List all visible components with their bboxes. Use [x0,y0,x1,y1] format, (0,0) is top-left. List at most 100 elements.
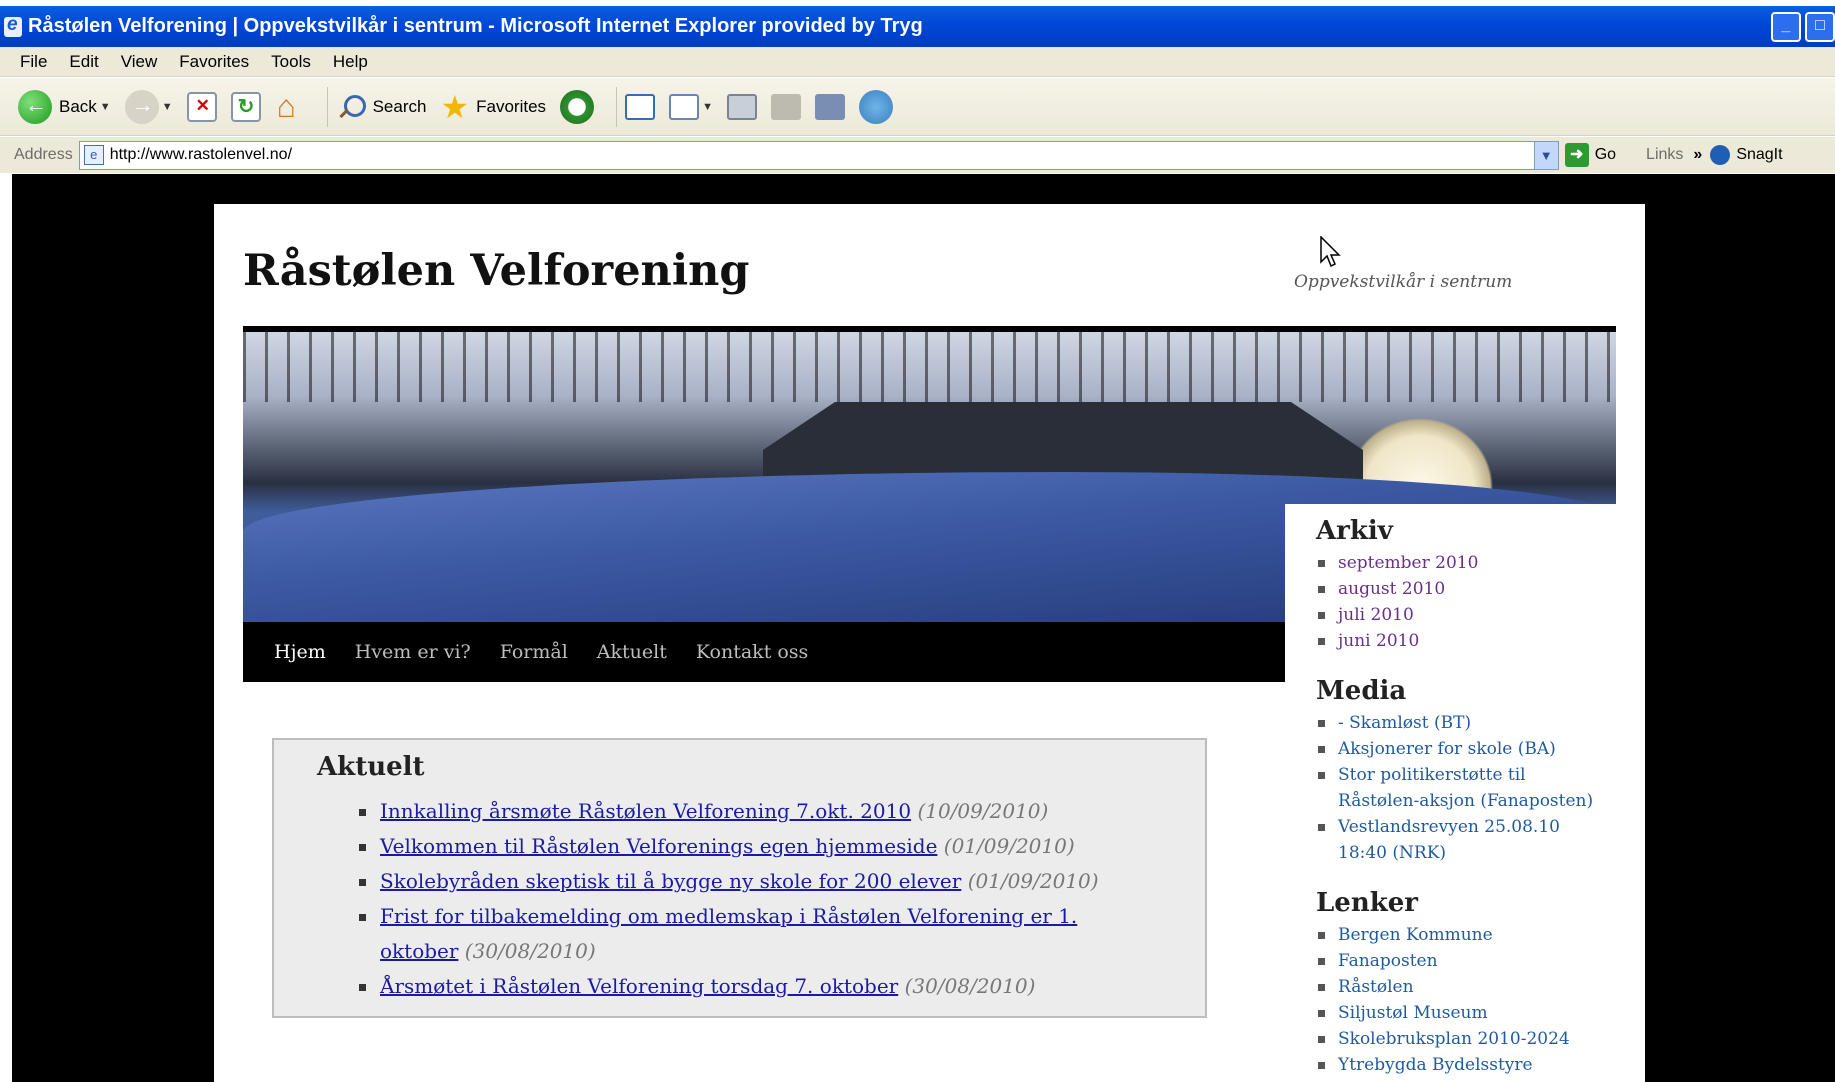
arkiv-link[interactable]: juni 2010 [1338,631,1419,651]
list-item: Årsmøtet i Råstølen Velforening torsdag … [317,969,1117,1004]
news-date: (01/09/2010) [967,869,1099,893]
search-button[interactable]: Search [336,92,427,122]
list-item: Innkalling årsmøte Råstølen Velforening … [317,794,1117,829]
banner-building [763,402,1363,482]
news-link[interactable]: Årsmøtet i Råstølen Velforening torsdag … [380,974,898,998]
print-icon [726,93,757,120]
lenker-link[interactable]: Fanaposten [1338,951,1438,971]
links-toolbar[interactable]: Links » [1646,146,1702,164]
site-tagline: Oppvekstvilkår i sentrum [1294,272,1513,292]
lenker-link[interactable]: Siljustøl Museum [1338,1003,1488,1023]
news-link[interactable]: Innkalling årsmøte Råstølen Velforening … [380,799,911,823]
list-item: Bergen Kommune [1316,922,1601,948]
mail-dropdown-icon[interactable]: ▼ [702,101,713,113]
menu-edit[interactable]: Edit [69,52,98,72]
snagit-label: SnagIt [1736,146,1783,163]
research-button[interactable] [814,93,845,120]
arkiv-link[interactable]: juli 2010 [1338,605,1414,625]
lenker-link[interactable]: Skolebruksplan 2010-2024 [1338,1029,1570,1049]
news-date: (10/09/2010) [917,799,1049,823]
mail-icon [669,93,700,120]
list-item: juli 2010 [1316,602,1601,628]
history-button[interactable] [560,89,595,124]
ie-icon [4,14,22,37]
address-input[interactable]: e http://www.rastolenvel.no/ ▼ [78,140,1559,170]
window-titlebar: Råstølen Velforening | Oppvekstvilkår i … [0,0,1835,47]
lenker-link[interactable]: Ytrebygda Bydelsstyre [1338,1055,1533,1075]
list-item: Skolebyråden skeptisk til å bygge ny sko… [317,864,1117,899]
list-item: Vestlandsrevyen 25.08.10 18:40 (NRK) [1316,814,1601,866]
web-page: Råstølen Velforening Oppvekstvilkår i se… [214,204,1645,1082]
list-item: Skolebruksplan 2010-2024 [1316,1026,1601,1052]
favorites-button[interactable]: ★ Favorites [440,88,546,125]
address-url[interactable]: http://www.rastolenvel.no/ [110,146,292,164]
print-button[interactable] [726,93,757,120]
lenker-heading: Lenker [1316,888,1418,918]
nav-item-hjem[interactable]: Hjem [274,641,326,663]
news-link[interactable]: Skolebyråden skeptisk til å bygge ny sko… [380,869,961,893]
menu-tools[interactable]: Tools [271,52,311,72]
lenker-link[interactable]: Råstølen [1338,977,1414,997]
forward-button[interactable]: ▼ [124,89,173,124]
list-item: Råstølen [1316,974,1601,1000]
list-item: Stor politikerstøtte til Råstølen-aksjon… [1316,762,1601,814]
arkiv-list: september 2010 august 2010 juli 2010 jun… [1316,550,1616,654]
refresh-button[interactable] [230,91,261,122]
page-icon: e [83,145,104,165]
menu-file[interactable]: File [20,52,47,72]
nav-item-kontakt-oss[interactable]: Kontakt oss [696,641,808,663]
minimize-icon[interactable]: _ [1771,12,1801,42]
news-date: (30/08/2010) [464,939,596,963]
nav-item-aktuelt[interactable]: Aktuelt [597,641,667,663]
home-button[interactable] [275,88,305,125]
messenger-button[interactable] [858,89,893,124]
arkiv-link[interactable]: september 2010 [1338,553,1478,573]
media-icon [625,93,656,120]
back-dropdown-icon[interactable]: ▼ [100,101,111,113]
history-icon [560,89,595,124]
edit-button[interactable] [770,93,801,120]
menu-bar: File Edit View Favorites Tools Help [0,47,1835,77]
go-button[interactable]: ➜ Go [1564,143,1616,167]
media-link[interactable]: Aksjonerer for skole (BA) [1338,739,1556,759]
star-icon: ★ [440,88,470,125]
news-link[interactable]: Velkommen til Råstølen Velforenings egen… [380,834,937,858]
banner-trees [243,332,1616,402]
nav-item-formal[interactable]: Formål [500,641,568,663]
list-item: juni 2010 [1316,628,1601,654]
nav-item-hvem-er-vi[interactable]: Hvem er vi? [355,641,471,663]
address-dropdown-icon[interactable]: ▼ [1533,141,1558,169]
list-item: Aksjonerer for skole (BA) [1316,736,1601,762]
address-label: Address [14,146,73,163]
search-label: Search [372,96,427,116]
back-button[interactable]: Back ▼ [18,89,111,124]
arkiv-link[interactable]: august 2010 [1338,579,1445,599]
snagit-icon [1710,145,1731,165]
links-label: Links [1646,146,1684,163]
toolbar-separator [616,86,618,127]
window-controls: _ □ [1771,12,1835,42]
news-date: (30/08/2010) [904,974,1036,998]
list-item: Velkommen til Råstølen Velforenings egen… [317,829,1117,864]
list-item: september 2010 [1316,550,1601,576]
aktuelt-list: Innkalling årsmøte Råstølen Velforening … [317,794,1205,1004]
media-link[interactable]: Stor politikerstøtte til Råstølen-aksjon… [1338,765,1593,811]
lenker-link[interactable]: Bergen Kommune [1338,925,1493,945]
media-button[interactable] [625,93,656,120]
stop-button[interactable] [186,91,217,122]
restore-icon[interactable]: □ [1805,12,1835,42]
menu-help[interactable]: Help [333,52,368,72]
forward-dropdown-icon[interactable]: ▼ [162,101,173,113]
research-icon [814,93,845,120]
menu-favorites[interactable]: Favorites [179,52,249,72]
snagit-button[interactable]: SnagIt [1710,145,1783,165]
mail-button[interactable]: ▼ [669,93,713,120]
sidebar: Arkiv september 2010 august 2010 juli 20… [1285,504,1616,1082]
menu-view[interactable]: View [121,52,158,72]
messenger-icon [858,89,893,124]
list-item: - Skamløst (BT) [1316,710,1601,736]
site-title[interactable]: Råstølen Velforening [243,246,750,296]
media-link[interactable]: - Skamløst (BT) [1338,713,1471,733]
chevron-right-icon[interactable]: » [1693,146,1702,164]
media-link[interactable]: Vestlandsrevyen 25.08.10 18:40 (NRK) [1338,817,1560,863]
